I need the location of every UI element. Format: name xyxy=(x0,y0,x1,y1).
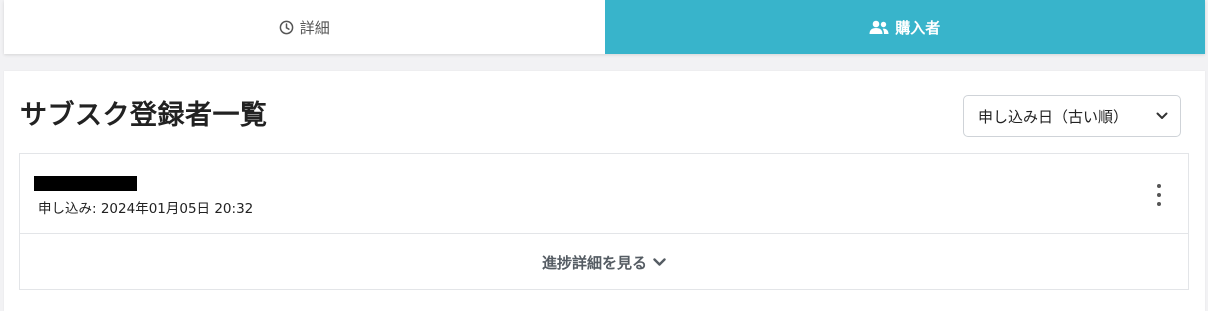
sort-select[interactable]: 申し込み日（古い順） xyxy=(963,95,1181,137)
users-icon xyxy=(869,20,889,35)
tab-details[interactable]: 詳細 xyxy=(4,0,605,54)
progress-details-label: 進捗詳細を見る xyxy=(541,253,647,272)
chevron-down-icon xyxy=(1156,112,1168,120)
progress-details-toggle[interactable]: 進捗詳細を見る xyxy=(20,234,1188,290)
subscriber-list-card: サブスク登録者一覧 申し込み日（古い順） 申し込み: 2024年01月05日 2… xyxy=(4,71,1205,311)
applied-date: 申し込み: 2024年01月05日 20:32 xyxy=(38,201,254,217)
tab-details-label: 詳細 xyxy=(299,18,330,37)
subscriber-item: 申し込み: 2024年01月05日 20:32 進捗詳細を見る xyxy=(19,153,1189,290)
tab-purchasers-label: 購入者 xyxy=(895,18,941,37)
more-options-icon[interactable] xyxy=(1150,184,1168,206)
clock-icon xyxy=(279,20,294,35)
sort-select-value: 申し込み日（古い順） xyxy=(978,107,1129,126)
redacted-subscriber-name xyxy=(34,176,137,191)
tab-purchasers[interactable]: 購入者 xyxy=(604,0,1205,54)
page-title: サブスク登録者一覧 xyxy=(20,100,268,131)
subscriber-summary: 申し込み: 2024年01月05日 20:32 xyxy=(20,154,1188,234)
chevron-down-icon xyxy=(653,257,666,267)
tab-bar: 詳細 購入者 xyxy=(4,0,1205,54)
